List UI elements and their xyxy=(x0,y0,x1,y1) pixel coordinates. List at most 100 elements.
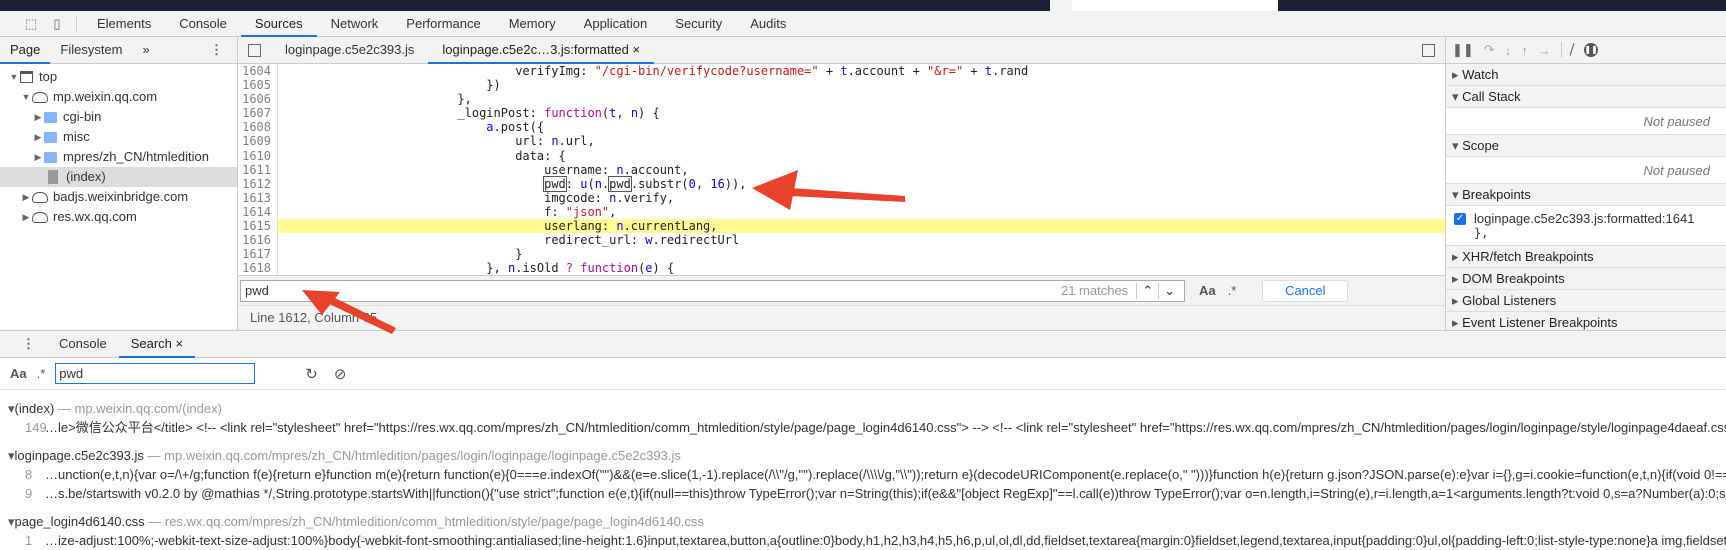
match-case-button[interactable]: Aa xyxy=(10,366,27,381)
search-match[interactable]: 1 …ize-adjust:100%;-webkit-text-size-adju… xyxy=(0,531,1726,550)
tree-item[interactable]: ▶ mpres/zh_CN/htmledition xyxy=(0,147,237,167)
tree-item[interactable]: ▶ res.wx.qq.com xyxy=(0,207,237,227)
collapsed-arrow-icon[interactable]: ▶ xyxy=(32,127,44,147)
step-out-icon[interactable]: ↑ xyxy=(1521,43,1528,58)
line-number[interactable]: 1610 xyxy=(238,148,278,163)
result-file-header[interactable]: ▾loginpage.c5e2c393.js — mp.weixin.qq.co… xyxy=(0,446,1726,465)
code-line: 1617 } xyxy=(238,247,1445,262)
tab-elements[interactable]: Elements xyxy=(83,11,165,37)
line-number[interactable]: 1605 xyxy=(238,78,278,93)
tab-audits[interactable]: Audits xyxy=(736,11,800,37)
step-into-icon[interactable]: ↓ xyxy=(1505,43,1512,58)
tab-application[interactable]: Application xyxy=(570,11,662,37)
line-number[interactable]: 1612 xyxy=(238,176,278,191)
device-toolbar-icon[interactable]: ▯ xyxy=(44,12,70,36)
cancel-button[interactable]: Cancel xyxy=(1262,279,1349,302)
clear-icon[interactable]: ⊘ xyxy=(334,365,347,383)
drawer: ⋮ Console Search × Aa .* pwd ↻ ⊘ ▾(index… xyxy=(0,330,1726,548)
tree-item[interactable]: ▶ misc xyxy=(0,127,237,147)
line-number[interactable]: 1606 xyxy=(238,92,278,107)
tab-console[interactable]: Console xyxy=(47,331,119,358)
code-view[interactable]: 1604 verifyImg: "/cgi-bin/verifycode?use… xyxy=(238,64,1445,275)
chevron-icon: ▸ xyxy=(1452,67,1463,82)
search-match[interactable]: 8 …unction(e,t,n){var o=/\+/g;function f(… xyxy=(0,465,1726,484)
collapsed-arrow-icon[interactable]: ▶ xyxy=(32,147,44,167)
collapsed-arrow-icon[interactable]: ▶ xyxy=(20,187,32,207)
collapsed-arrow-icon[interactable]: ▶ xyxy=(20,207,32,227)
tab-sources[interactable]: Sources xyxy=(240,11,317,37)
search-match[interactable]: 149…le>微信公众平台</title> <!-- <link rel="st… xyxy=(0,418,1726,437)
pause-on-exceptions-icon[interactable]: ❚❚ xyxy=(1584,43,1599,57)
line-number[interactable]: 1611 xyxy=(238,162,278,177)
tree-item[interactable]: (index) xyxy=(0,167,237,187)
match-case-button[interactable]: Aa xyxy=(1199,283,1216,298)
tree-item[interactable]: ▼ top xyxy=(0,67,237,87)
tab-filesystem[interactable]: Filesystem xyxy=(50,37,132,64)
regex-button[interactable]: .* xyxy=(1228,283,1237,298)
breakpoint-checkbox[interactable]: ✓ xyxy=(1454,212,1466,225)
line-number[interactable]: 1609 xyxy=(238,134,278,149)
section-xhr-fetch-breakpoints[interactable]: ▸ XHR/fetch Breakpoints xyxy=(1446,246,1726,268)
result-file-header[interactable]: ▾(index) — mp.weixin.qq.com/(index) xyxy=(0,399,1726,418)
section-dom-breakpoints[interactable]: ▸ DOM Breakpoints xyxy=(1446,268,1726,290)
toggle-debugger-icon[interactable] xyxy=(1422,43,1435,57)
expanded-arrow-icon[interactable]: ▼ xyxy=(8,67,20,87)
line-number[interactable]: 1608 xyxy=(238,120,278,135)
section-title: Call Stack xyxy=(1462,89,1521,104)
previous-match-icon[interactable]: ⌃ xyxy=(1136,282,1158,299)
tab-memory[interactable]: Memory xyxy=(495,11,570,37)
section-scope[interactable]: ▾ Scope xyxy=(1446,135,1726,157)
code-token: ? xyxy=(565,261,574,275)
line-number[interactable]: 1613 xyxy=(238,190,278,205)
section-breakpoints[interactable]: ▾ Breakpoints xyxy=(1446,184,1726,206)
tree-item[interactable]: ▶ cgi-bin xyxy=(0,107,237,127)
pause-icon[interactable]: ❚❚ xyxy=(1452,42,1474,58)
devtools-toolbar: ⬚ ▯ Elements Console Sources Network Perform… xyxy=(0,11,1726,37)
collapsed-arrow-icon[interactable]: ▶ xyxy=(32,107,44,127)
search-input[interactable]: pwd xyxy=(55,363,256,384)
tab-console[interactable]: Console xyxy=(165,11,241,37)
find-input[interactable]: pwd 21 matches ⌃ ⌄ xyxy=(240,279,1185,302)
next-match-icon[interactable]: ⌄ xyxy=(1158,282,1180,299)
section-global-listeners[interactable]: ▸ Global Listeners xyxy=(1446,290,1726,312)
step-icon[interactable]: → xyxy=(1538,43,1551,58)
drawer-menu-icon[interactable]: ⋮ xyxy=(0,336,47,352)
tree-item[interactable]: ▼ mp.weixin.qq.com xyxy=(0,87,237,107)
match-count: 21 matches xyxy=(1060,283,1129,298)
step-over-icon[interactable]: ↷ xyxy=(1484,42,1495,58)
result-file-header[interactable]: ▾page_login4d6140.css — res.wx.qq.com/mp… xyxy=(0,512,1726,531)
section-call-stack[interactable]: ▾ Call Stack xyxy=(1446,86,1726,108)
inspect-element-icon[interactable]: ⬚ xyxy=(18,12,44,36)
line-number[interactable]: 1615 xyxy=(238,219,278,234)
tab-search[interactable]: Search × xyxy=(118,331,196,358)
code-token: .verify, xyxy=(616,190,675,205)
tab-security[interactable]: Security xyxy=(661,11,736,37)
search-match[interactable]: 9 …s.be/startswith v0.2.0 by @mathias */,… xyxy=(0,484,1726,503)
expanded-arrow-icon[interactable]: ▼ xyxy=(20,87,32,107)
tab-network[interactable]: Network xyxy=(317,11,393,37)
close-tab-icon[interactable]: × xyxy=(176,336,184,351)
tab-performance[interactable]: Performance xyxy=(392,11,494,37)
line-number[interactable]: 1618 xyxy=(238,261,278,275)
deactivate-breakpoints-icon[interactable]: ⧸ xyxy=(1560,42,1574,58)
line-number[interactable]: 1607 xyxy=(238,106,278,121)
code-token: imgcode: xyxy=(544,190,610,205)
menu-kebab-icon[interactable]: ⋮ xyxy=(210,42,223,58)
breakpoint-item[interactable]: ✓ loginpage.c5e2c393.js:formatted:1641}, xyxy=(1446,206,1726,246)
editor-tab[interactable]: loginpage.c5e2c393.js xyxy=(271,37,428,64)
refresh-icon[interactable]: ↻ xyxy=(305,365,318,383)
toggle-navigator-icon[interactable] xyxy=(248,43,261,57)
line-number[interactable]: 1617 xyxy=(238,247,278,262)
section-watch[interactable]: ▸ Watch xyxy=(1446,64,1726,86)
close-tab-icon[interactable]: × xyxy=(632,42,640,57)
line-number[interactable]: 1604 xyxy=(238,64,278,79)
regex-button[interactable]: .* xyxy=(37,366,46,381)
folder-icon xyxy=(44,111,57,123)
line-number[interactable]: 1614 xyxy=(238,204,278,220)
code-token: .isOld xyxy=(515,261,566,275)
editor-tab-active[interactable]: loginpage.c5e2c…3.js:formatted × xyxy=(428,37,655,64)
tab-page[interactable]: Page xyxy=(0,37,51,64)
tree-item[interactable]: ▶ badjs.weixinbridge.com xyxy=(0,187,237,207)
line-number[interactable]: 1616 xyxy=(238,233,278,248)
more-tabs-button[interactable]: » xyxy=(133,37,160,64)
